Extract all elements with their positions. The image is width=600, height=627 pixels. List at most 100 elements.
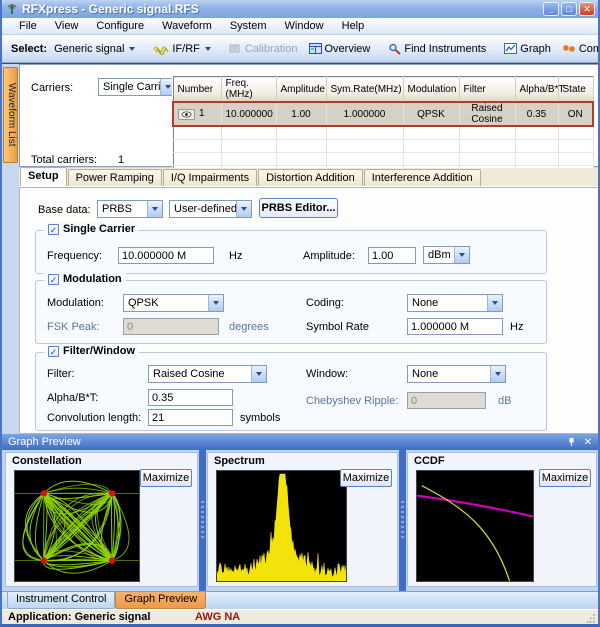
- spectrum-panel: Spectrum Maximize: [207, 452, 398, 587]
- chebyshev-label: Chebyshev Ripple:: [306, 395, 399, 407]
- close-panel-icon[interactable]: ✕: [584, 437, 592, 448]
- overview-icon: [308, 43, 322, 54]
- tab-graph-preview[interactable]: Graph Preview: [115, 592, 207, 609]
- carrier-mode-select[interactable]: Single Carrier: [98, 78, 176, 96]
- chevron-down-icon[interactable]: [236, 201, 251, 217]
- resize-grip[interactable]: [586, 613, 596, 623]
- ifrf-button[interactable]: IF/RF: [149, 41, 215, 57]
- compile-button[interactable]: Compile: [558, 41, 598, 57]
- calibration-icon: [229, 44, 240, 53]
- chevron-down-icon: [129, 46, 136, 51]
- chevron-down-icon[interactable]: [487, 295, 502, 311]
- symbol-rate-input[interactable]: [407, 318, 503, 335]
- fsk-peak-label: FSK Peak:: [47, 321, 100, 333]
- alpha-input[interactable]: [148, 389, 233, 406]
- alpha-label: Alpha/B*T:: [47, 392, 99, 404]
- ccdf-panel: CCDF Maximize: [407, 452, 597, 587]
- waveform-list-tab[interactable]: Waveform List: [3, 67, 18, 163]
- application-status: Application: Generic signal: [8, 611, 151, 623]
- coding-select[interactable]: None: [407, 294, 503, 312]
- table-row-empty[interactable]: [173, 152, 594, 166]
- calibration-button: Calibration: [225, 41, 302, 57]
- ccdf-plot: [416, 470, 534, 582]
- base-data-label: Base data:: [38, 204, 91, 216]
- tab-power-ramping[interactable]: Power Ramping: [67, 169, 162, 186]
- convolution-unit: symbols: [240, 412, 281, 424]
- amplitude-input[interactable]: [368, 247, 416, 264]
- menu-bar: File View Configure Waveform System Wind…: [2, 18, 598, 35]
- close-button[interactable]: ✕: [579, 2, 595, 16]
- maximize-button[interactable]: □: [561, 2, 577, 16]
- tab-instrument-control[interactable]: Instrument Control: [7, 592, 116, 609]
- setup-panel: Base data: PRBS User-defined PRBS Editor…: [19, 187, 598, 434]
- fsk-peak-input: [123, 318, 219, 335]
- awg-status: AWG NA: [195, 611, 241, 623]
- filter-select[interactable]: Raised Cosine: [148, 365, 267, 383]
- chevron-down-icon[interactable]: [490, 366, 505, 382]
- window-title: RFXpress - Generic signal.RFS: [22, 2, 199, 16]
- window-select[interactable]: None: [407, 365, 506, 383]
- spectrum-maximize-button[interactable]: Maximize: [340, 469, 392, 487]
- table-row-empty[interactable]: [173, 126, 594, 140]
- ccdf-maximize-button[interactable]: Maximize: [539, 469, 591, 487]
- setup-tabstrip: Setup Power Ramping I/Q Impairments Dist…: [19, 167, 598, 187]
- eye-icon[interactable]: [178, 109, 195, 120]
- tab-iq-impairments[interactable]: I/Q Impairments: [162, 169, 258, 186]
- amplitude-label: Amplitude:: [303, 250, 355, 262]
- table-row-empty[interactable]: [173, 139, 594, 153]
- filter-window-title: Filter/Window: [63, 345, 136, 357]
- modulation-label: Modulation:: [47, 297, 104, 309]
- menu-file[interactable]: File: [10, 19, 46, 33]
- rfxpress-window: RFXpress - Generic signal.RFS _ □ ✕ File…: [0, 0, 600, 627]
- menu-view[interactable]: View: [46, 19, 88, 33]
- chevron-down-icon[interactable]: [251, 366, 266, 382]
- base-data-mode-select[interactable]: User-defined: [169, 200, 252, 218]
- chevron-down-icon[interactable]: [208, 295, 223, 311]
- tab-interference-addition[interactable]: Interference Addition: [363, 169, 481, 186]
- symbol-rate-unit: Hz: [510, 321, 524, 333]
- tab-setup[interactable]: Setup: [20, 167, 67, 186]
- single-carrier-checkbox[interactable]: [48, 223, 59, 235]
- base-data-type-select[interactable]: PRBS: [97, 200, 163, 218]
- menu-window[interactable]: Window: [276, 19, 333, 33]
- modulation-group: Modulation Modulation: QPSK Coding: None…: [35, 273, 547, 344]
- modulation-select[interactable]: QPSK: [123, 294, 224, 312]
- filter-window-checkbox[interactable]: [48, 345, 59, 357]
- amplitude-unit-select[interactable]: dBm: [423, 246, 470, 264]
- select-signal-dropdown[interactable]: Generic signal: [50, 41, 139, 57]
- panel-splitter[interactable]: [199, 450, 206, 591]
- constellation-panel: Constellation Maximize: [5, 452, 198, 587]
- single-carrier-title: Single Carrier: [63, 223, 136, 235]
- panel-splitter[interactable]: [399, 450, 406, 591]
- menu-help[interactable]: Help: [333, 19, 374, 33]
- modulation-checkbox[interactable]: [48, 273, 59, 285]
- carriers-label: Carriers:: [31, 82, 74, 94]
- graph-button[interactable]: Graph: [500, 41, 555, 57]
- prbs-editor-button[interactable]: PRBS Editor...: [259, 198, 338, 218]
- convolution-input[interactable]: [148, 409, 233, 426]
- menu-configure[interactable]: Configure: [87, 19, 153, 33]
- compile-icon: [562, 45, 575, 52]
- overview-button[interactable]: Overview: [305, 41, 375, 57]
- pin-icon[interactable]: [567, 437, 576, 447]
- chevron-down-icon: [204, 46, 211, 51]
- minimize-button[interactable]: _: [543, 2, 559, 16]
- menu-system[interactable]: System: [221, 19, 276, 33]
- total-carriers-label: Total carriers:: [31, 154, 98, 166]
- title-bar: RFXpress - Generic signal.RFS _ □ ✕: [2, 0, 598, 18]
- convolution-label: Convolution length:: [47, 412, 142, 424]
- tab-distortion-addition[interactable]: Distortion Addition: [258, 169, 363, 186]
- ccdf-title: CCDF: [414, 455, 445, 467]
- window-label: Window:: [306, 368, 349, 380]
- find-instruments-button[interactable]: Find Instruments: [384, 41, 490, 57]
- fsk-peak-unit: degrees: [229, 321, 269, 333]
- constellation-maximize-button[interactable]: Maximize: [140, 469, 192, 487]
- toolbar: Select: Generic signal IF/RF Calibration: [2, 35, 598, 63]
- constellation-plot: [14, 470, 140, 582]
- chevron-down-icon[interactable]: [147, 201, 162, 217]
- menu-waveform[interactable]: Waveform: [153, 19, 221, 33]
- frequency-input[interactable]: [118, 247, 214, 264]
- chevron-down-icon[interactable]: [454, 247, 469, 263]
- carriers-table: Number Freq.(MHz) Amplitude Sym.Rate(MHz…: [172, 76, 594, 179]
- table-row-carrier-1[interactable]: 1 10.000000 1.00 1.000000 QPSK Raised Co…: [172, 101, 594, 127]
